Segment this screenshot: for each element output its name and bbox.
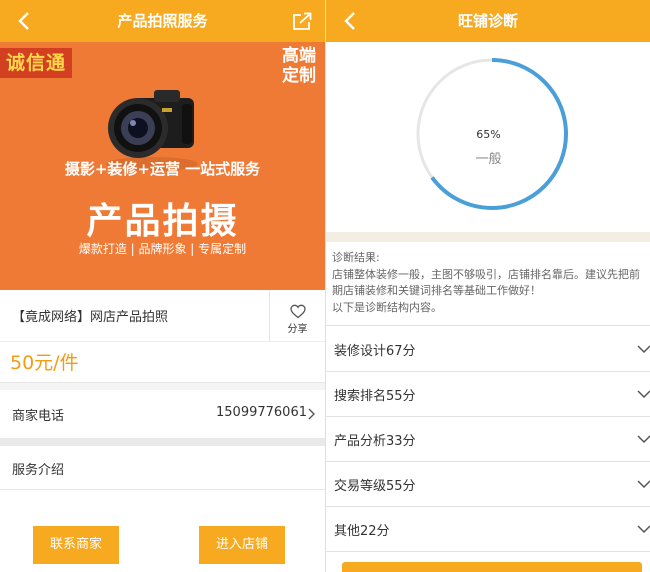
score-panel: 65% 一般 [326,42,650,232]
premium-badge-line2: 定制 [282,66,316,86]
diagnosis-item-label: 其他22分 [334,524,390,539]
chevron-down-icon [637,345,650,354]
heart-icon [289,304,306,319]
premium-badge: 高端 定制 [279,46,319,86]
chevron-down-icon [637,390,650,399]
favorite-button[interactable]: 分享 [269,290,325,342]
service-intro-row[interactable]: 服务介绍 [0,446,325,490]
chevron-right-icon [308,408,315,420]
promo-banner[interactable]: 诚信通 高端 定制 摄影+装修+运营 一站式服务 产品拍摄 爆款打造 | 品牌形… [0,42,325,290]
result-note: 以下是诊断结构内容。 [332,301,442,314]
chevron-down-icon [637,525,650,534]
top-bar: 旺铺诊断 [326,0,650,42]
diagnosis-item-search[interactable]: 搜索排名55分 [326,372,650,417]
product-row: 【竟成网络】网店产品拍照 分享 [0,290,325,342]
banner-headline: 产品拍摄 [86,200,239,242]
score-percent: 65% [476,128,501,141]
top-bar: 产品拍照服务 [0,0,325,42]
banner-subtitle: 爆款打造 | 品牌形象 | 专属定制 [78,242,247,256]
score-level: 一般 [475,152,502,167]
bottom-action-button[interactable] [342,562,642,572]
divider [0,438,325,446]
product-name: 【竟成网络】网店产品拍照 [12,310,169,325]
premium-badge-line1: 高端 [282,46,316,66]
brand-logo: 诚信通 [0,48,73,78]
share-icon[interactable] [291,11,313,31]
diagnosis-item-other[interactable]: 其他22分 [326,507,650,552]
enter-store-button[interactable]: 进入店铺 [199,526,285,564]
product-photo-service-screen: 产品拍照服务 诚信通 高端 定制 摄影+装修+运营 一站式服务 产品拍摄 爆款打… [0,0,325,572]
diagnosis-item-trade[interactable]: 交易等级55分 [326,462,650,507]
diagnosis-item-label: 产品分析33分 [334,434,416,449]
banner-slogan: 摄影+装修+运营 一站式服务 [64,160,261,178]
result-text: 店铺整体装修一般，主图不够吸引，店铺排名靠后。建议先把前期店铺装修和关键词排名等… [332,268,640,297]
service-intro-label: 服务介绍 [12,463,65,478]
merchant-phone-row[interactable]: 商家电话 15099776061 [0,390,325,438]
diagnosis-item-label: 搜索排名55分 [334,389,416,404]
diagnosis-item-product[interactable]: 产品分析33分 [326,417,650,462]
contact-merchant-button[interactable]: 联系商家 [33,526,119,564]
diagnosis-item-label: 装修设计67分 [334,344,416,359]
shop-diagnosis-screen: 旺铺诊断 65% 一般 诊断结果: 店铺整体装修一般，主图不够吸引，店铺排名靠后… [325,0,650,572]
favorite-label: 分享 [287,324,308,335]
diagnosis-item-label: 交易等级55分 [334,479,416,494]
divider [0,382,325,390]
merchant-phone-label: 商家电话 [12,409,65,424]
diagnosis-result: 诊断结果: 店铺整体装修一般，主图不够吸引，店铺排名靠后。建议先把前期店铺装修和… [326,242,650,326]
diagnosis-item-design[interactable]: 装修设计67分 [326,327,650,372]
chevron-down-icon [637,480,650,489]
page-title: 旺铺诊断 [457,12,518,30]
page-title: 产品拍照服务 [117,12,208,30]
product-price: 50元/件 [10,352,79,374]
merchant-phone-number: 15099776061 [216,405,307,420]
divider [326,232,650,242]
chevron-down-icon [637,435,650,444]
result-title: 诊断结果: [332,251,380,264]
